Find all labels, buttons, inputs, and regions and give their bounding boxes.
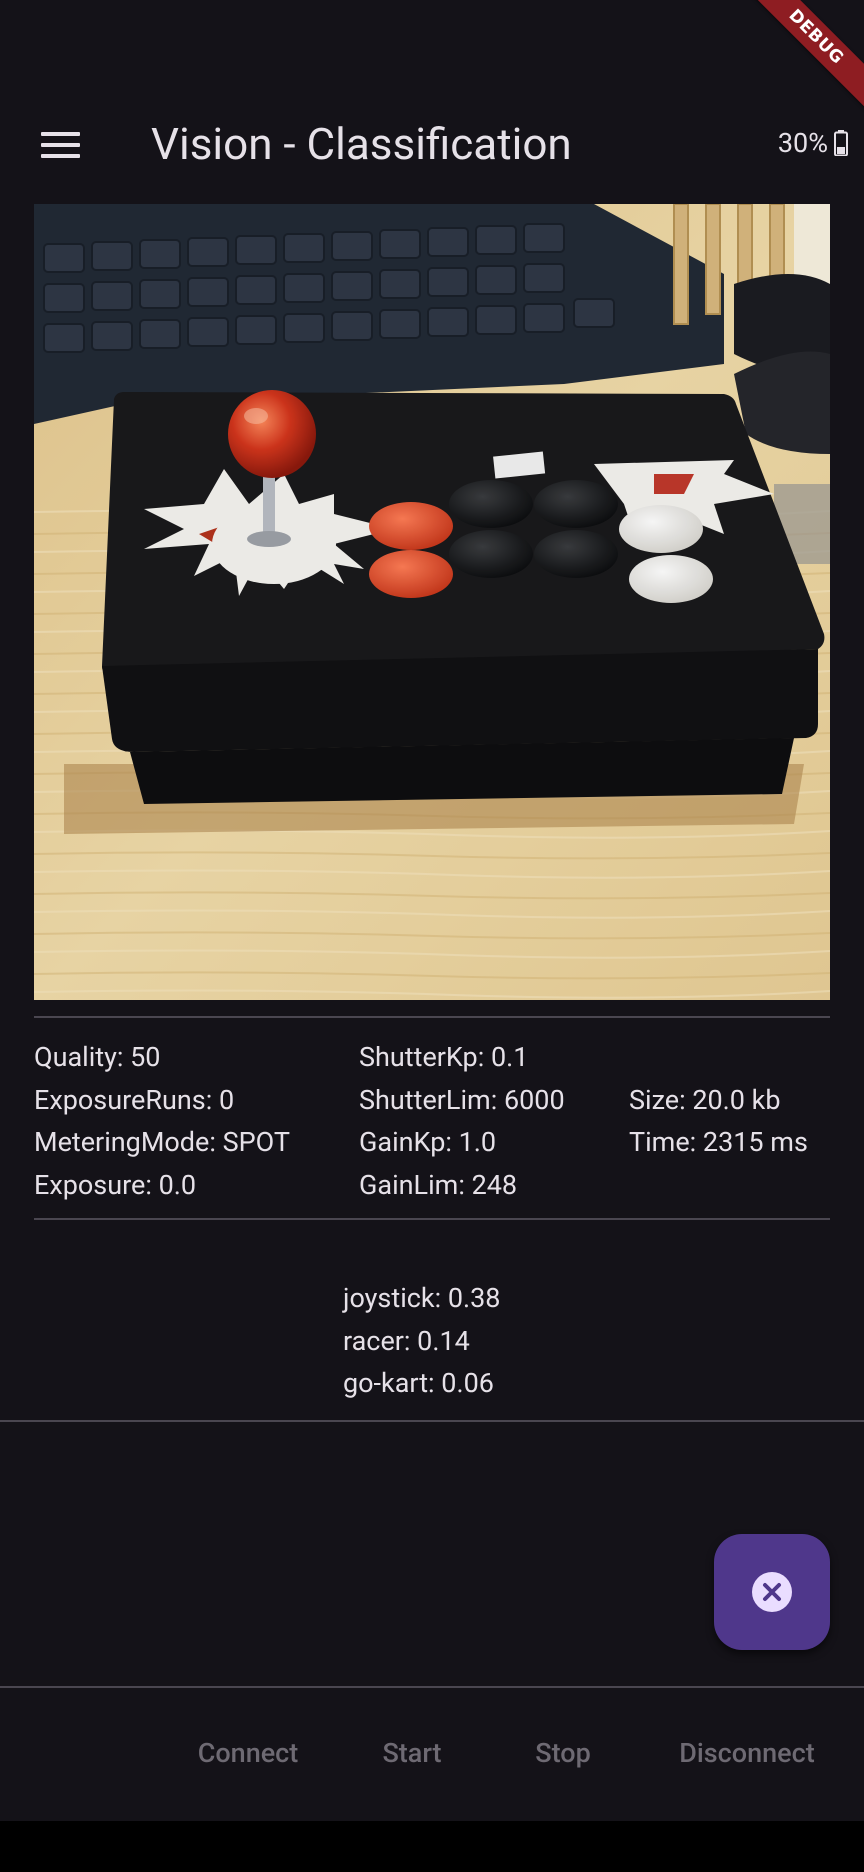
divider <box>34 1218 830 1220</box>
cancel-fab-button[interactable] <box>714 1534 830 1650</box>
start-button[interactable]: Start <box>362 1726 462 1780</box>
shutter-lim-value: ShutterLim: 6000 <box>359 1083 565 1116</box>
exposure-runs-value: ExposureRuns: 0 <box>34 1083 235 1116</box>
capture-time-value: Time: 2315 ms <box>629 1126 808 1158</box>
metering-mode-value: MeteringMode: SPOT <box>34 1126 290 1158</box>
menu-icon <box>40 125 80 165</box>
prediction-item: go-kart: 0.06 <box>343 1367 494 1399</box>
app-bar: Vision - Classification 30% <box>0 100 864 190</box>
settings-column-3: Size: 20.0 kb Time: 2315 ms <box>629 1036 808 1206</box>
system-navigation-bar <box>0 1821 864 1872</box>
gain-kp-value: GainKp: 1.0 <box>359 1126 497 1158</box>
empty-cell <box>629 1036 808 1079</box>
arcade-stick-photo <box>34 204 830 1000</box>
close-circle-icon <box>752 1572 792 1612</box>
battery-status: 30% <box>778 127 848 159</box>
prediction-item: racer: 0.14 <box>343 1324 470 1357</box>
disconnect-button[interactable]: Disconnect <box>662 1726 832 1780</box>
quality-value: Quality: 50 <box>34 1041 161 1073</box>
settings-column-2: ShutterKp: 0.1 ShutterLim: 6000 GainKp: … <box>359 1036 565 1206</box>
connection-actions: Connect Start Stop Disconnect <box>0 1688 864 1821</box>
camera-preview-image <box>34 204 830 1000</box>
exposure-value: Exposure: 0.0 <box>34 1168 197 1201</box>
page-title: Vision - Classification <box>151 118 572 170</box>
settings-column-1: Quality: 50 ExposureRuns: 0 MeteringMode… <box>34 1036 290 1206</box>
battery-level: 30% <box>777 127 828 159</box>
shutter-kp-value: ShutterKp: 0.1 <box>359 1041 529 1073</box>
classification-results: joystick: 0.38 racer: 0.14 go-kart: 0.06 <box>343 1277 500 1405</box>
gain-lim-value: GainLim: 248 <box>359 1168 518 1201</box>
prediction-item: joystick: 0.38 <box>343 1282 501 1314</box>
divider <box>0 1420 864 1422</box>
menu-button[interactable] <box>24 118 96 172</box>
stop-button[interactable]: Stop <box>513 1726 613 1780</box>
app-screen: DEBUG Vision - Classification 30% Qualit… <box>0 0 864 1821</box>
empty-cell <box>629 1164 808 1207</box>
divider <box>34 1016 830 1018</box>
image-size-value: Size: 20.0 kb <box>629 1083 781 1116</box>
connect-button[interactable]: Connect <box>178 1726 318 1780</box>
battery-icon <box>834 130 848 156</box>
